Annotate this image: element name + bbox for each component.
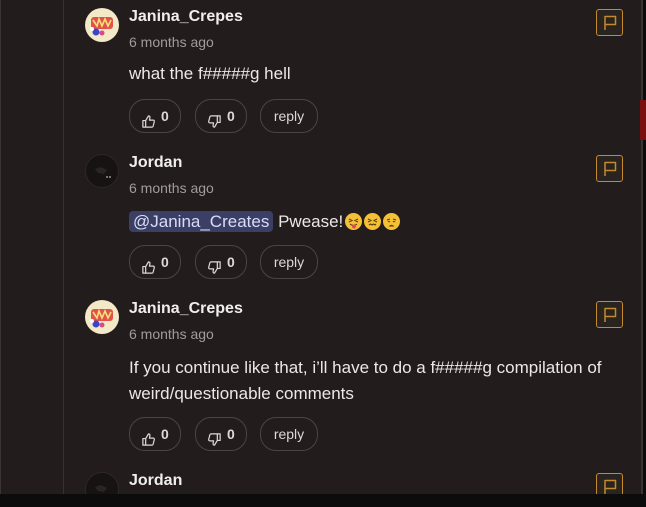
- comment: Janina_Crepes 6 months ago If you contin…: [85, 300, 641, 460]
- bottom-edge: [0, 494, 646, 507]
- timestamp: 6 months ago: [129, 180, 214, 196]
- weary-emoji: [383, 213, 401, 230]
- avatar[interactable]: [85, 472, 119, 494]
- report-button[interactable]: [596, 9, 623, 36]
- comment: Jordan: [85, 472, 641, 494]
- avatar[interactable]: [85, 300, 119, 334]
- dislike-count: 0: [227, 254, 235, 270]
- like-button[interactable]: 0: [129, 245, 181, 279]
- comments-panel: Janina_Crepes 6 months ago what the f###…: [0, 0, 643, 494]
- scrollbar[interactable]: [640, 100, 646, 140]
- reply-button[interactable]: reply: [260, 417, 318, 451]
- dislike-count: 0: [227, 108, 235, 124]
- thumbs-down-icon: [207, 254, 222, 286]
- report-button[interactable]: [596, 473, 623, 494]
- avatar[interactable]: [85, 154, 119, 188]
- comment-message: Pwease!: [278, 212, 344, 231]
- dislike-count: 0: [227, 426, 235, 442]
- thumbs-up-icon: [141, 108, 156, 140]
- like-count: 0: [161, 426, 169, 442]
- reply-button[interactable]: reply: [260, 245, 318, 279]
- confounded-emoji: [364, 213, 382, 230]
- comment: Jordan 6 months ago @Janina_Creates Pwea…: [85, 154, 641, 286]
- thumbs-down-icon: [207, 108, 222, 140]
- squinting-tongue-emoji: [345, 213, 363, 230]
- username[interactable]: Jordan: [129, 472, 182, 490]
- thumbs-up-icon: [141, 426, 156, 458]
- timestamp: 6 months ago: [129, 34, 214, 50]
- dislike-button[interactable]: 0: [195, 99, 247, 133]
- username[interactable]: Janina_Crepes: [129, 8, 243, 26]
- like-count: 0: [161, 254, 169, 270]
- thread-divider: [63, 0, 64, 494]
- report-button[interactable]: [596, 155, 623, 182]
- dislike-button[interactable]: 0: [195, 417, 247, 451]
- comment: Janina_Crepes 6 months ago what the f###…: [85, 8, 641, 138]
- user-mention[interactable]: @Janina_Creates: [129, 211, 274, 232]
- username[interactable]: Janina_Crepes: [129, 300, 243, 318]
- like-button[interactable]: 0: [129, 417, 181, 451]
- thumbs-up-icon: [141, 254, 156, 286]
- reply-button[interactable]: reply: [260, 99, 318, 133]
- report-button[interactable]: [596, 301, 623, 328]
- username[interactable]: Jordan: [129, 154, 182, 172]
- like-count: 0: [161, 108, 169, 124]
- like-button[interactable]: 0: [129, 99, 181, 133]
- thumbs-down-icon: [207, 426, 222, 458]
- dislike-button[interactable]: 0: [195, 245, 247, 279]
- comment-text: what the f#####g hell: [129, 64, 291, 83]
- avatar[interactable]: [85, 8, 119, 42]
- comment-text: @Janina_Creates Pwease!: [129, 209, 619, 235]
- comment-text: If you continue like that, i’ll have to …: [129, 358, 602, 403]
- timestamp: 6 months ago: [129, 326, 214, 342]
